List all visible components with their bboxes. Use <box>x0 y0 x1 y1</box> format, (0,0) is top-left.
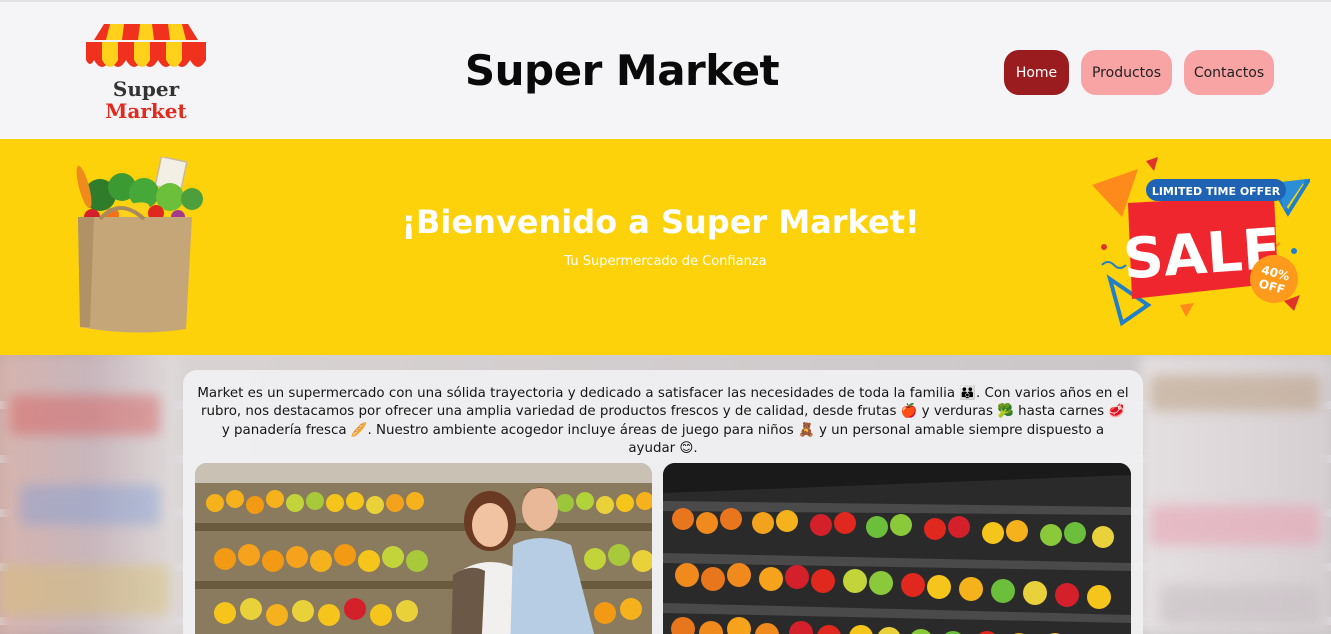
site-header: Super Market Super Market Home Productos… <box>0 0 1331 139</box>
family-supermarket-photo <box>195 463 652 634</box>
about-card: Market es un supermercado con una sólida… <box>183 370 1143 634</box>
nav-home-button[interactable]: Home <box>1004 50 1069 95</box>
fruit-shelves-photo <box>663 463 1131 634</box>
hero-banner: ¡Bienvenido a Super Market! Tu Supermerc… <box>0 139 1331 355</box>
page-title: Super Market <box>464 46 780 95</box>
hero-title-text: ¡Bienvenido a Super Market! <box>401 203 920 241</box>
grocery-bag-icon <box>76 157 203 333</box>
about-text: Market es un supermercado con una sólida… <box>197 386 1129 456</box>
logo-text-super: Super <box>113 77 180 101</box>
sale-offer-text: LIMITED TIME OFFER <box>1152 185 1281 198</box>
nav-productos-button[interactable]: Productos <box>1081 50 1172 95</box>
super-market-logo[interactable]: Super Market <box>84 20 208 124</box>
logo-text-market: Market <box>105 99 187 123</box>
sale-badge: LIMITED TIME OFFER SALE 40% OFF <box>1092 157 1310 327</box>
nav-contactos-button[interactable]: Contactos <box>1184 50 1274 95</box>
